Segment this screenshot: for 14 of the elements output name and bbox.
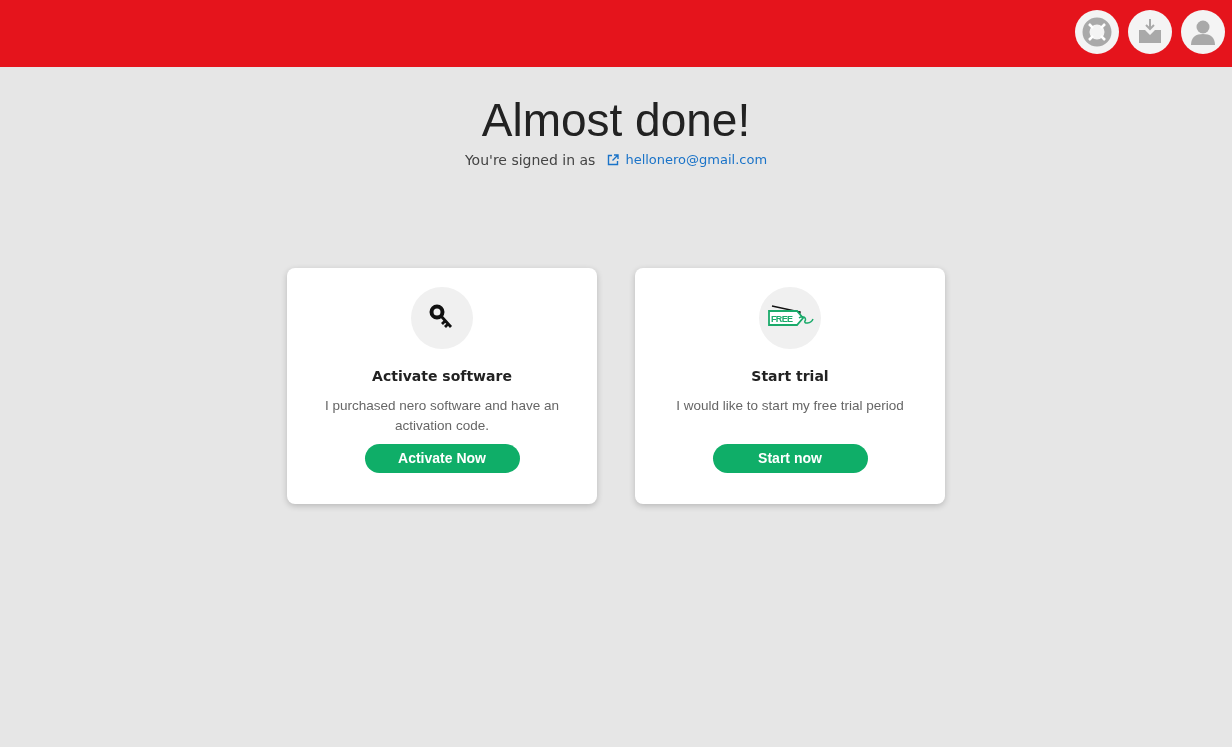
card-title: Start trial [751,367,829,384]
card-title: Activate software [372,367,512,384]
download-button[interactable] [1128,10,1172,54]
email-link[interactable]: hellonero@gmail.com [607,152,768,168]
start-button[interactable]: Start now [712,443,868,473]
card-description: I would like to start my free trial period [675,396,905,415]
activate-button[interactable]: Activate Now [364,443,520,473]
signed-in-label: You're signed in as [464,151,596,168]
account-button[interactable] [1181,10,1225,54]
lifebuoy-icon [1082,17,1112,47]
card-description: I purchased nero software and have an activation code. [323,396,561,435]
support-button[interactable] [1075,10,1119,54]
page-title: Almost done! [481,95,751,146]
external-link-icon [607,153,620,166]
